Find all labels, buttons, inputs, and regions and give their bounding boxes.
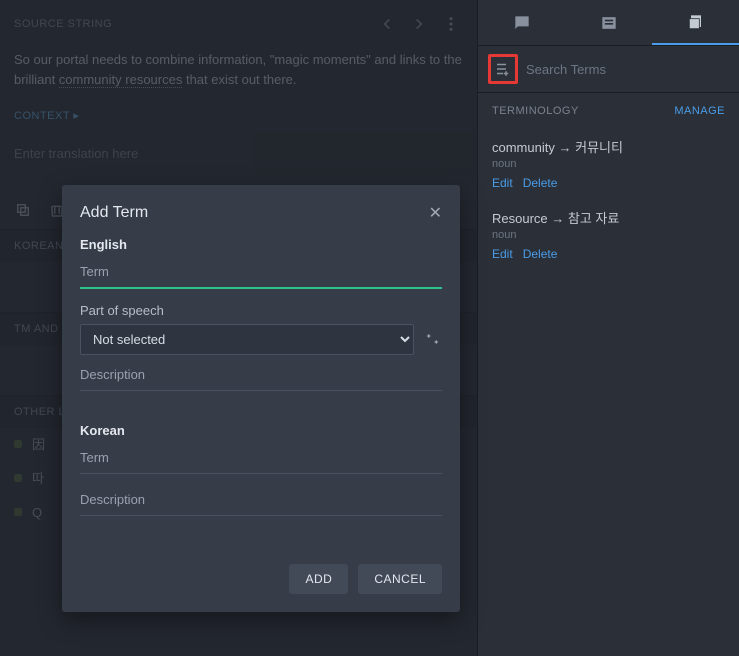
magic-wand-icon[interactable] bbox=[422, 330, 442, 350]
search-terms-input[interactable] bbox=[526, 56, 729, 83]
tab-comments[interactable] bbox=[478, 0, 565, 45]
english-term-input[interactable] bbox=[80, 260, 442, 289]
korean-term-input[interactable] bbox=[80, 446, 442, 474]
tab-context[interactable] bbox=[565, 0, 652, 45]
delete-link[interactable]: Delete bbox=[523, 247, 558, 261]
add-term-icon[interactable] bbox=[488, 54, 518, 84]
manage-link[interactable]: MANAGE bbox=[674, 105, 725, 117]
status-dot-icon bbox=[14, 440, 22, 448]
prev-arrow-icon[interactable] bbox=[375, 12, 399, 36]
more-icon[interactable] bbox=[439, 12, 463, 36]
term-pos: noun bbox=[492, 229, 725, 241]
pos-select[interactable]: Not selected bbox=[80, 324, 414, 355]
add-button[interactable]: ADD bbox=[289, 564, 348, 594]
source-text: So our portal needs to combine informati… bbox=[0, 42, 477, 105]
pos-label: Part of speech bbox=[80, 303, 442, 318]
delete-link[interactable]: Delete bbox=[523, 176, 558, 190]
status-dot-icon bbox=[14, 474, 22, 482]
close-icon[interactable]: ✕ bbox=[429, 203, 442, 223]
terminology-label: TERMINOLOGY bbox=[492, 105, 579, 117]
lang-korean-label: Korean bbox=[80, 423, 442, 438]
context-link[interactable]: CONTEXT ▸ bbox=[0, 105, 477, 132]
tab-terminology[interactable] bbox=[652, 0, 739, 45]
term-entry: Resource → 참고 자료 noun Edit Delete bbox=[478, 200, 739, 271]
cancel-button[interactable]: CANCEL bbox=[358, 564, 442, 594]
term-text: community → 커뮤니티 bbox=[492, 137, 725, 156]
next-arrow-icon[interactable] bbox=[407, 12, 431, 36]
add-term-modal: Add Term ✕ English Part of speech Not se… bbox=[62, 185, 460, 612]
source-string-label: SOURCE STRING bbox=[14, 18, 112, 30]
english-description-input[interactable] bbox=[80, 363, 442, 391]
status-dot-icon bbox=[14, 508, 22, 516]
copy-icon[interactable] bbox=[14, 201, 34, 221]
edit-link[interactable]: Edit bbox=[492, 247, 513, 261]
term-entry: community → 커뮤니티 noun Edit Delete bbox=[478, 129, 739, 200]
lang-english-label: English bbox=[80, 237, 442, 252]
edit-link[interactable]: Edit bbox=[492, 176, 513, 190]
term-text: Resource → 참고 자료 bbox=[492, 208, 725, 227]
korean-description-input[interactable] bbox=[80, 488, 442, 516]
term-pos: noun bbox=[492, 158, 725, 170]
modal-title: Add Term bbox=[80, 204, 148, 222]
translation-input[interactable]: Enter translation here bbox=[0, 132, 477, 175]
